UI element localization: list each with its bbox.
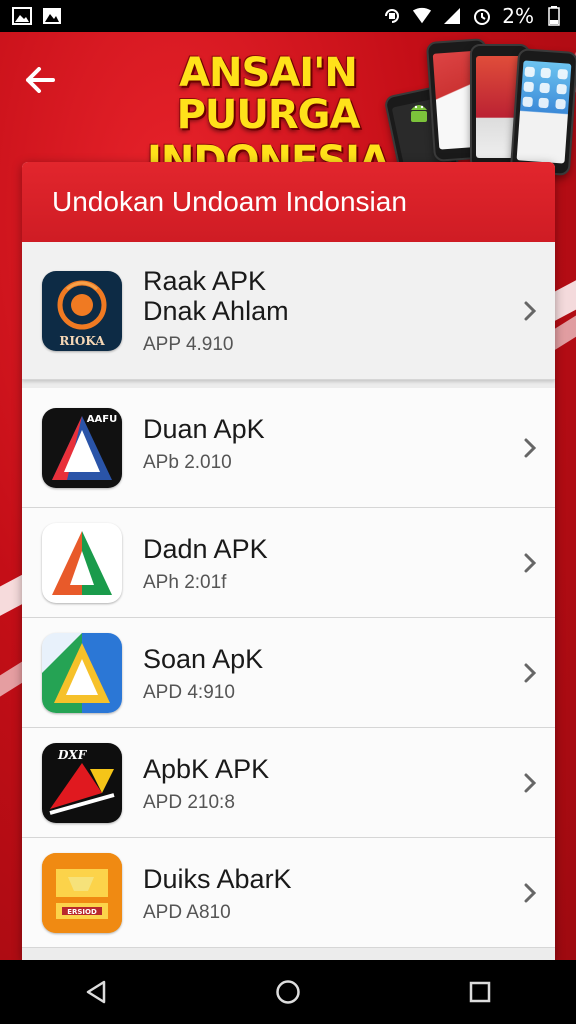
app-icon-orange-box: ERSIOD [42,852,122,933]
chevron-right-icon [524,553,537,572]
back-button[interactable] [20,60,60,100]
image-icon [42,7,62,25]
app-icon-aafu: AAFU [42,407,122,488]
alarm-icon [472,7,492,25]
app-list-item[interactable]: AAFU Duan ApK APb 2.010 [22,388,555,508]
phone-image [509,48,576,176]
app-icon-triangle-multicolor [42,632,122,713]
app-version: APD 210:8 [143,792,235,814]
app-icon-text: AAFU [87,414,117,425]
app-list-item[interactable]: Dadn APK APh 2:01f [22,508,555,618]
image-icon [12,7,32,25]
app-list-item[interactable]: DXF ApbK APK APD 210:8 [22,728,555,838]
app-icon-text: ERSIOD [67,908,97,916]
nav-home-button[interactable] [258,962,318,1022]
chevron-right-icon [524,773,537,792]
app-icon-dxf: DXF [42,742,122,823]
app-list-item[interactable]: Soan ApK APD 4:910 [22,618,555,728]
app-list: RIOKA Raak APK Dnak Ahlam APP 4.910 AAFU… [22,242,555,948]
app-version: APb 2.010 [143,452,232,474]
chevron-right-icon [524,301,537,320]
app-list-item[interactable]: ERSIOD Duiks AbarK APD A810 [22,838,555,948]
app-icon-text: DXF [57,748,88,762]
app-list-panel: Undokan Undoam Indonsian RIOKA Raak APK … [22,162,555,960]
square-recents-icon [469,981,491,1003]
nav-recents-button[interactable] [450,962,510,1022]
nav-back-button[interactable] [66,962,126,1022]
battery-percent: 2% [502,4,534,28]
panel-title: Undokan Undoam Indonsian [52,186,407,217]
app-icon-text: RIOKA [59,334,105,348]
app-version: APD 4:910 [143,682,235,704]
app-icon-triangle-green [42,522,122,603]
app-version: APD A810 [143,902,231,924]
app-name: ApbK APK [143,754,270,784]
panel-header: Undokan Undoam Indonsian [22,162,555,242]
navigation-bar [0,960,576,1024]
android-icon [411,105,427,122]
triangle-back-icon [86,980,106,1004]
app-name: Duan ApK [143,414,265,444]
app-version: APh 2:01f [143,572,227,594]
rotate-lock-icon [382,7,402,25]
circle-home-icon [276,980,300,1004]
app-name: Dadn APK [143,534,268,564]
signal-icon [442,7,462,25]
chevron-right-icon [524,438,537,457]
banner-header: ANSAI'N PUURGA INDONESIA [0,32,576,186]
chevron-right-icon [524,883,537,902]
app-name: Soan ApK [143,644,264,674]
app-icon-rioka: RIOKA [42,270,122,351]
battery-icon [544,6,564,26]
app-name: Duiks AbarK [143,864,292,894]
app-list-item[interactable]: RIOKA Raak APK Dnak Ahlam APP 4.910 [22,242,555,380]
app-name: Raak APK Dnak Ahlam [143,266,289,327]
arrow-left-icon [26,67,55,93]
chevron-right-icon [524,663,537,682]
status-bar: 2% [0,0,576,32]
app-version: APP 4.910 [143,334,234,356]
wifi-icon [412,7,432,25]
